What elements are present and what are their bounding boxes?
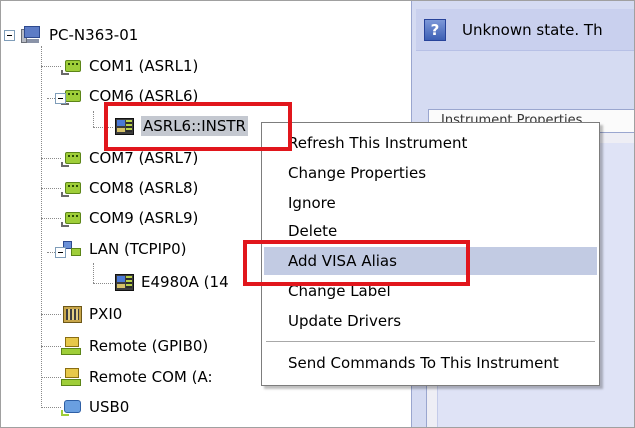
serial-port-icon [61, 56, 83, 76]
tree-item-com7[interactable]: COM7 (ASRL7) [61, 144, 198, 172]
tree-item-label: COM6 (ASRL6) [89, 87, 199, 105]
tree-connector [93, 263, 94, 283]
tree-item-usb0[interactable]: USB0 [61, 393, 129, 421]
tree-connector [41, 66, 61, 67]
tree-item-label: Remote (GPIB0) [89, 337, 209, 355]
tree-item-lan[interactable]: LAN (TCPIP0) [61, 235, 186, 263]
tree-item-com8[interactable]: COM8 (ASRL8) [61, 174, 198, 202]
tree-item-label: Remote COM (A: [89, 368, 213, 386]
instrument-icon [113, 116, 135, 136]
menu-item-refresh[interactable]: Refresh This Instrument [264, 129, 597, 157]
tree-connector [41, 314, 61, 315]
tree-connector [41, 407, 61, 408]
tree-connector [93, 111, 94, 127]
tree-item-com1[interactable]: COM1 (ASRL1) [61, 52, 198, 80]
collapse-toggle-lan[interactable] [55, 247, 66, 258]
tree-item-label: PC-N363-01 [49, 26, 139, 44]
tree-item-label: E4980A (14 [141, 273, 229, 291]
serial-port-icon [61, 148, 83, 168]
status-bar: ? Unknown state. Th [416, 9, 634, 51]
window-frame: ? Unknown state. Th Instrument Propertie… [0, 0, 635, 428]
tree-connector [41, 158, 61, 159]
help-icon[interactable]: ? [424, 18, 446, 41]
tree-connector [41, 346, 61, 347]
menu-item-delete[interactable]: Delete [264, 217, 597, 245]
remote-icon [61, 336, 83, 356]
tree-item-com9[interactable]: COM9 (ASRL9) [61, 204, 198, 232]
menu-item-add-visa-alias[interactable]: Add VISA Alias [264, 247, 597, 275]
tree-item-label: USB0 [89, 398, 130, 416]
tree-item-pxi0[interactable]: PXI0 [61, 300, 122, 328]
tree-item-label: PXI0 [89, 305, 123, 323]
pxi-icon [61, 304, 83, 324]
tree-item-label: COM9 (ASRL9) [89, 209, 199, 227]
instrument-icon [113, 272, 135, 292]
menu-separator [266, 341, 595, 342]
status-text: Unknown state. Th [462, 20, 603, 39]
menu-item-change-properties[interactable]: Change Properties [264, 159, 597, 187]
computer-icon [21, 25, 43, 45]
tree-item-label: COM1 (ASRL1) [89, 57, 199, 75]
collapse-toggle-com6[interactable] [55, 93, 66, 104]
tree-item-e4980a[interactable]: E4980A (14 [113, 268, 229, 296]
tree-connector [93, 283, 113, 284]
usb-icon [61, 397, 83, 417]
tree-item-label: COM7 (ASRL7) [89, 149, 199, 167]
tree-item-remote-com[interactable]: Remote COM (A: [61, 363, 213, 391]
menu-item-ignore[interactable]: Ignore [264, 189, 597, 217]
tree-connector [93, 127, 113, 128]
menu-item-update-drivers[interactable]: Update Drivers [264, 307, 597, 335]
tree-item-label: COM8 (ASRL8) [89, 179, 199, 197]
remote-icon [61, 367, 83, 387]
serial-port-icon [61, 208, 83, 228]
tree-item-asrl6-instr[interactable]: ASRL6::INSTR [113, 112, 248, 140]
tree-connector [41, 46, 42, 408]
tree-item-com6[interactable]: COM6 (ASRL6) [61, 82, 198, 110]
tree-item-root[interactable]: PC-N363-01 [21, 21, 138, 49]
context-menu: Refresh This Instrument Change Propertie… [261, 122, 600, 386]
menu-item-send-commands[interactable]: Send Commands To This Instrument [264, 349, 597, 377]
serial-port-icon [61, 178, 83, 198]
tree-item-label: ASRL6::INSTR [141, 116, 248, 136]
tree-item-remote-gpib0[interactable]: Remote (GPIB0) [61, 332, 208, 360]
menu-item-change-label[interactable]: Change Label [264, 277, 597, 305]
collapse-toggle-root[interactable] [4, 30, 15, 41]
tree-connector [41, 188, 61, 189]
tree-connector [41, 218, 61, 219]
tree-connector [41, 377, 61, 378]
tree-item-label: LAN (TCPIP0) [89, 240, 187, 258]
